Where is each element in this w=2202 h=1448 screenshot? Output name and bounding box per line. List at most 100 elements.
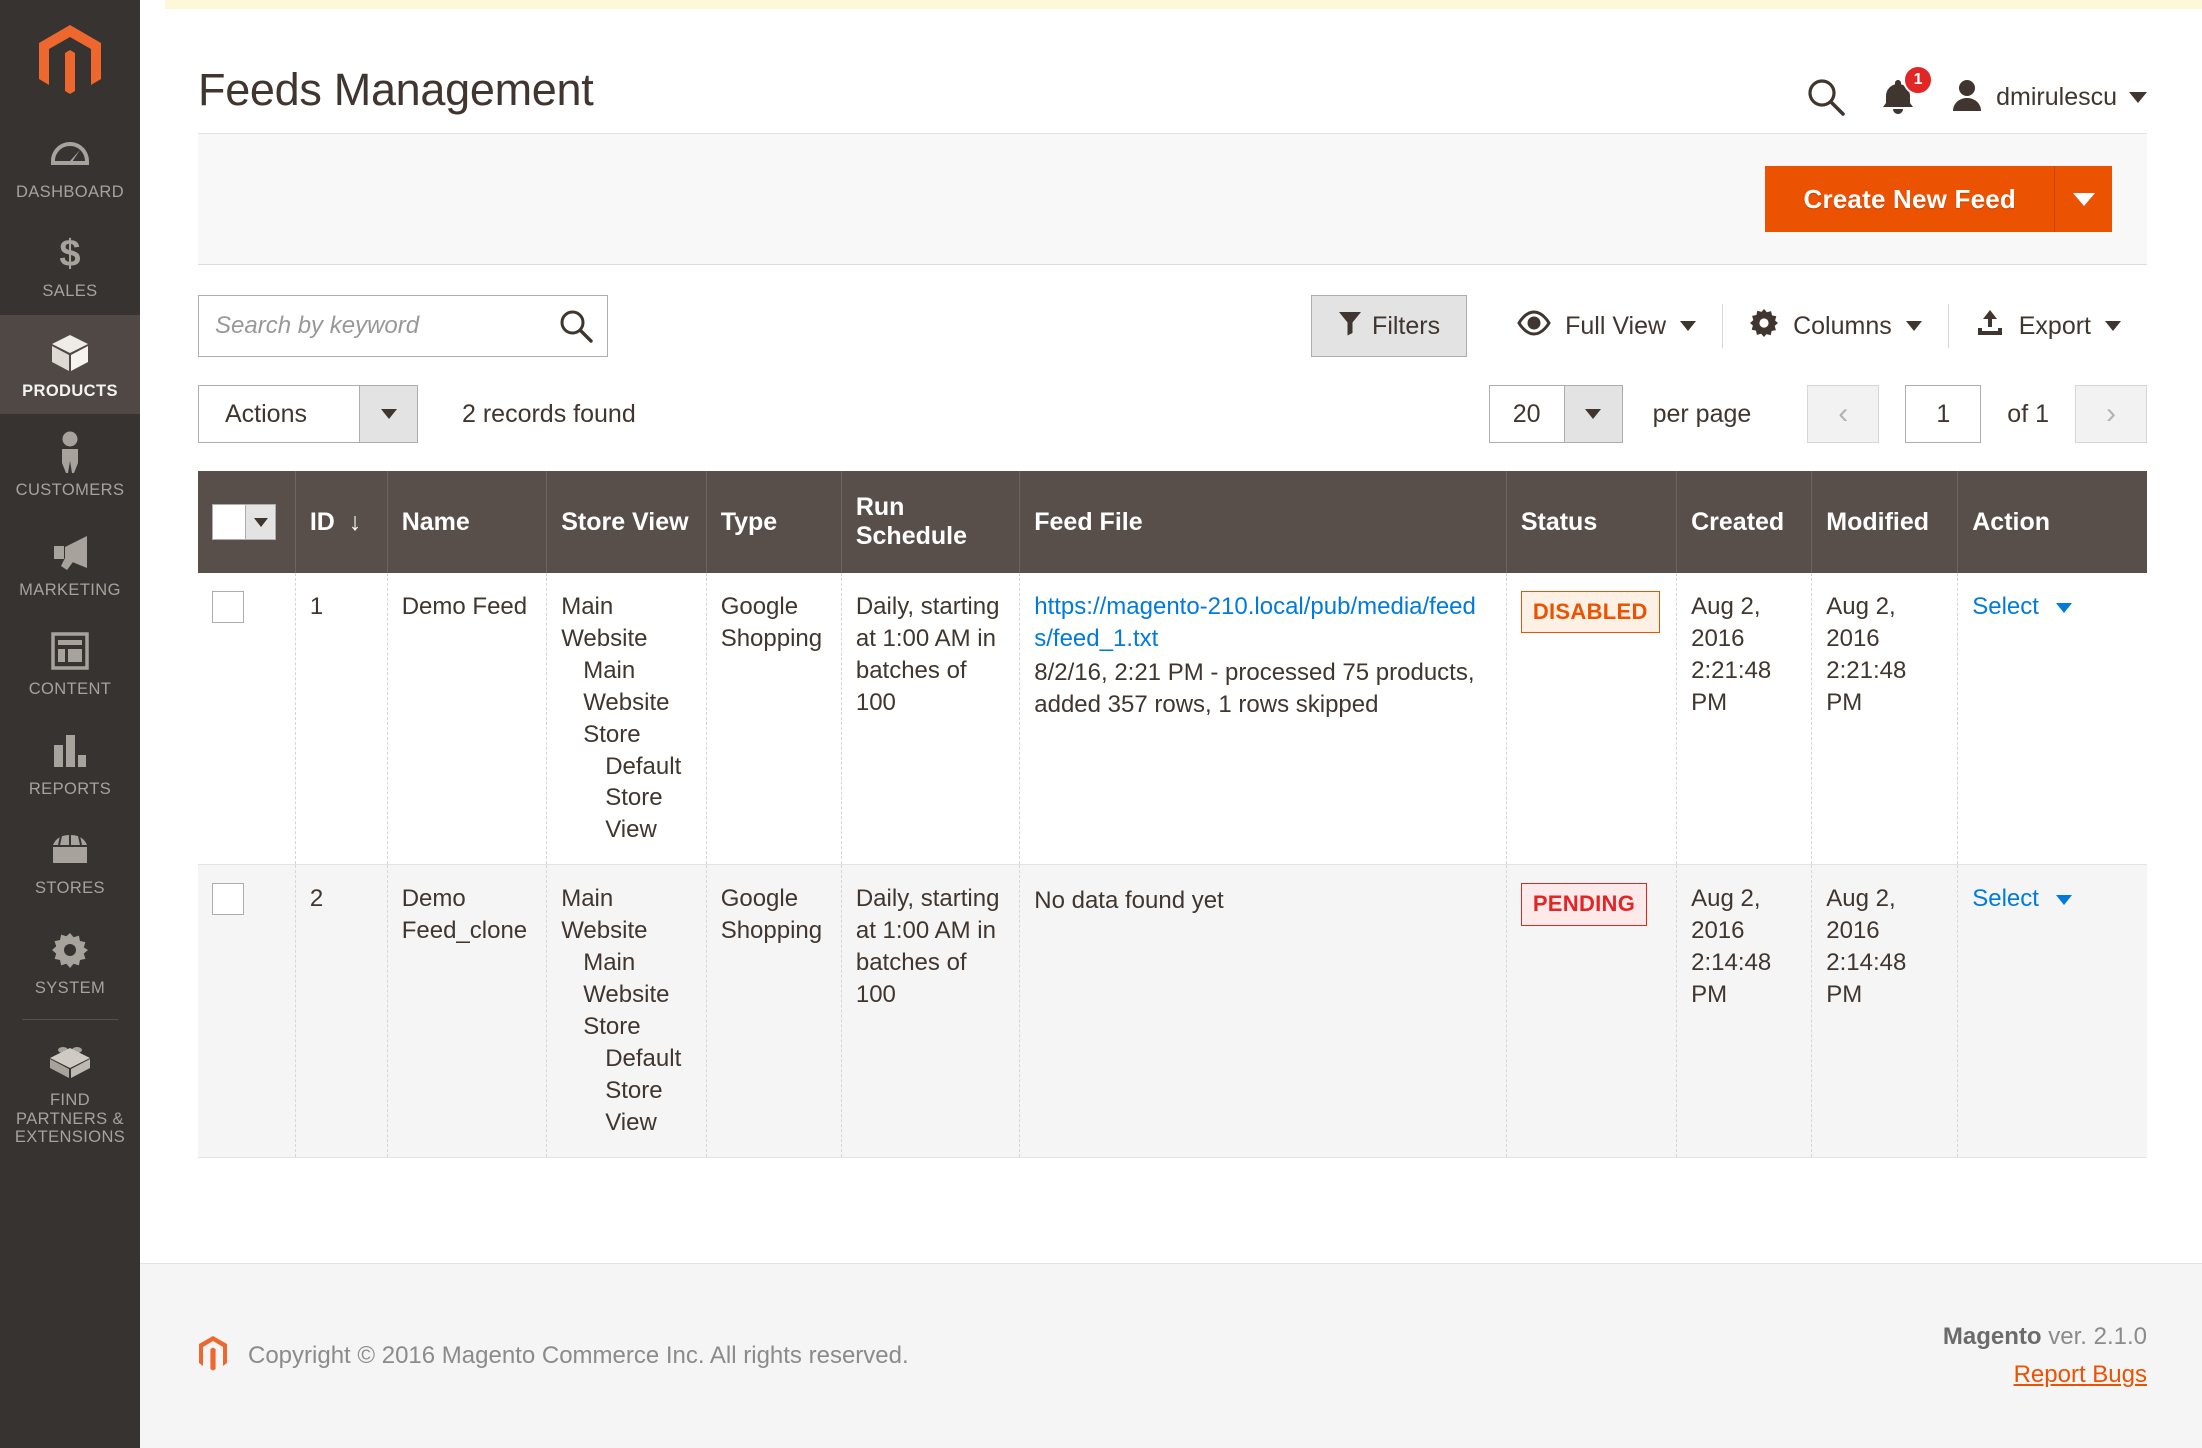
user-name-label: dmirulescu: [1996, 82, 2117, 111]
sidebar-item-sales[interactable]: $ SALES: [0, 215, 140, 314]
create-new-feed-dropdown-toggle[interactable]: [2054, 166, 2112, 232]
gear-icon: [47, 929, 93, 971]
column-label: Status: [1520, 507, 1598, 536]
upload-icon: [1975, 308, 2005, 345]
chevron-down-icon: [380, 409, 397, 419]
sidebar-item-content[interactable]: CONTENT: [0, 613, 140, 712]
search-by-keyword-box: [198, 295, 608, 357]
row-checkbox[interactable]: [212, 883, 244, 916]
chevron-down-icon: [1680, 321, 1697, 331]
search-input[interactable]: [198, 295, 608, 357]
select-all-checkbox[interactable]: [212, 504, 246, 540]
magento-logo-icon: [198, 1335, 228, 1378]
cell-action: Select: [1957, 864, 2147, 1158]
notifications-bell-icon[interactable]: 1: [1880, 65, 1934, 116]
user-menu[interactable]: dmirulescu: [1950, 78, 2147, 117]
sidebar-item-marketing[interactable]: MARKETING: [0, 514, 140, 613]
search-icon[interactable]: [1806, 77, 1846, 117]
mass-actions-select[interactable]: Actions: [198, 385, 418, 443]
export-dropdown[interactable]: Export: [1949, 304, 2147, 348]
chevron-down-icon[interactable]: [2055, 894, 2072, 905]
store-view-view: Default Store View: [605, 752, 682, 844]
select-all-control[interactable]: [212, 504, 281, 540]
chevron-down-icon: [1585, 409, 1602, 419]
eye-icon: [1517, 309, 1551, 343]
storefront-icon: [47, 829, 93, 871]
column-header-id[interactable]: ID ↓: [295, 471, 388, 573]
previous-page-button[interactable]: ‹: [1807, 385, 1880, 443]
per-page-label: per page: [1652, 399, 1752, 428]
page-number-input[interactable]: [1905, 385, 1982, 443]
per-page-toggle[interactable]: [1563, 386, 1622, 442]
sidebar-item-customers[interactable]: CUSTOMERS: [0, 414, 140, 513]
column-label: Created: [1691, 507, 1785, 536]
cell-name: Demo Feed_clone: [387, 864, 548, 1158]
row-action-select[interactable]: Select: [1972, 885, 2039, 912]
column-label: Type: [720, 507, 778, 536]
search-icon[interactable]: [558, 308, 594, 349]
sidebar-item-label: CUSTOMERS: [15, 481, 125, 500]
lego-brick-icon: [47, 1041, 93, 1083]
store-view-website: Main Website: [561, 593, 648, 652]
columns-label: Columns: [1793, 311, 1892, 340]
per-page-select[interactable]: 20: [1488, 385, 1623, 443]
table-row[interactable]: 2 Demo Feed_clone Main Website Main Webs…: [198, 864, 2147, 1158]
create-new-feed-button[interactable]: Create New Feed: [1765, 166, 2054, 232]
store-view-store: Main Website Store: [583, 656, 670, 748]
column-header-name[interactable]: Name: [387, 471, 548, 573]
top-accent-bar: [165, 0, 2202, 9]
person-icon: [47, 431, 93, 474]
column-header-store-view[interactable]: Store View: [546, 471, 707, 573]
mass-actions-toggle[interactable]: [359, 386, 417, 442]
columns-dropdown[interactable]: Columns: [1723, 304, 1948, 348]
full-view-dropdown[interactable]: Full View: [1491, 304, 1722, 348]
select-all-dropdown-toggle[interactable]: [246, 504, 276, 540]
table-row[interactable]: 1 Demo Feed Main Website Main Website St…: [198, 573, 2147, 866]
feed-file-note: 8/2/16, 2:21 PM - processed 75 products,…: [1034, 658, 1475, 718]
next-page-button[interactable]: ›: [2075, 385, 2147, 443]
cell-action: Select: [1957, 573, 2147, 866]
column-header-select-all[interactable]: [198, 471, 296, 573]
column-header-type[interactable]: Type: [706, 471, 842, 573]
sidebar-item-reports[interactable]: REPORTS: [0, 713, 140, 812]
filters-button[interactable]: Filters: [1311, 295, 1468, 357]
gear-icon: [1749, 308, 1779, 345]
filters-label: Filters: [1372, 311, 1441, 340]
column-header-run-schedule[interactable]: Run Schedule: [841, 471, 1021, 573]
row-checkbox[interactable]: [212, 591, 244, 623]
report-bugs-link[interactable]: Report Bugs: [2014, 1361, 2147, 1389]
layout-window-icon: [47, 630, 93, 672]
sidebar-item-label: MARKETING: [19, 580, 121, 599]
column-header-feed-file[interactable]: Feed File: [1019, 471, 1507, 573]
sidebar: DASHBOARD $ SALES PRODUCTS CUSTOMERS MAR…: [0, 0, 140, 1448]
store-view-store: Main Website Store: [583, 949, 670, 1040]
pagination-controls: 20 per page ‹ of 1 ›: [1488, 385, 2147, 443]
column-header-status[interactable]: Status: [1506, 471, 1678, 573]
header-tools: 1 dmirulescu: [1806, 65, 2147, 117]
sidebar-item-label: REPORTS: [28, 779, 112, 798]
total-pages-label: of 1: [2007, 399, 2049, 428]
sidebar-item-stores[interactable]: STORES: [0, 812, 140, 911]
column-header-modified[interactable]: Modified: [1811, 471, 1959, 573]
column-header-created[interactable]: Created: [1676, 471, 1813, 573]
page-footer: Copyright © 2016 Magento Commerce Inc. A…: [140, 1263, 2202, 1448]
sort-descending-icon: ↓: [348, 507, 362, 536]
megaphone-icon: [47, 531, 93, 573]
chevron-down-icon: [1905, 321, 1922, 331]
chevron-down-icon: [2129, 91, 2147, 103]
row-action-select[interactable]: Select: [1972, 593, 2039, 620]
sidebar-item-dashboard[interactable]: DASHBOARD: [0, 116, 140, 215]
magento-logo-icon[interactable]: [0, 6, 140, 116]
version-brand: Magento: [1942, 1323, 2042, 1350]
sidebar-item-label: FIND PARTNERS & EXTENSIONS: [14, 1091, 126, 1147]
dollar-sign-icon: $: [47, 232, 93, 274]
page-actions-bar: Create New Feed: [198, 133, 2147, 265]
sidebar-item-system[interactable]: SYSTEM: [0, 912, 140, 1011]
sidebar-item-find-partners-extensions[interactable]: FIND PARTNERS & EXTENSIONS: [0, 1024, 140, 1160]
cell-created: Aug 2, 2016 2:21:48 PM: [1676, 573, 1813, 866]
chevron-down-icon[interactable]: [2055, 602, 2072, 613]
actions-left: Actions 2 records found: [198, 385, 636, 443]
per-page-value: 20: [1512, 399, 1541, 428]
sidebar-item-products[interactable]: PRODUCTS: [0, 314, 140, 415]
feed-file-link[interactable]: https://magento-210.local/pub/media/feed…: [1034, 593, 1476, 652]
